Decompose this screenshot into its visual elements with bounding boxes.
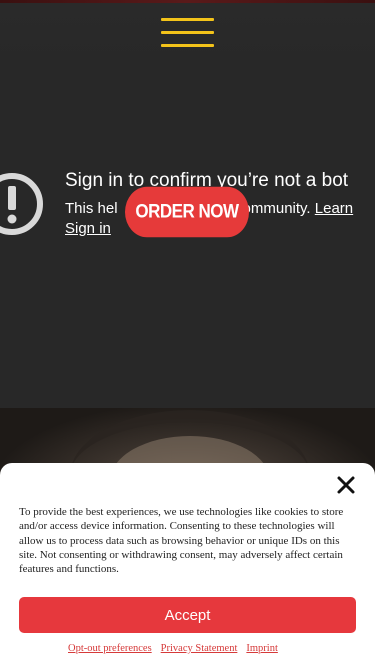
- cookie-links: Opt-out preferences Privacy Statement Im…: [68, 643, 278, 654]
- exclamation-circle-icon: [0, 173, 43, 235]
- privacy-statement-link[interactable]: Privacy Statement: [161, 643, 238, 654]
- imprint-link[interactable]: Imprint: [246, 643, 278, 654]
- cookie-consent-banner: To provide the best experiences, we use …: [0, 463, 375, 667]
- sign-in-link[interactable]: Sign in: [65, 219, 111, 239]
- opt-out-preferences-link[interactable]: Opt-out preferences: [68, 643, 152, 654]
- learn-more-link[interactable]: Learn: [315, 200, 353, 217]
- hamburger-menu-icon[interactable]: [161, 17, 214, 49]
- cookie-consent-text: To provide the best experiences, we use …: [19, 506, 344, 576]
- close-icon[interactable]: [336, 475, 356, 495]
- video-error-text-start: This hel: [65, 200, 118, 217]
- order-now-button[interactable]: ORDER NOW: [125, 186, 249, 238]
- accept-cookies-button[interactable]: Accept: [19, 597, 356, 633]
- site-header: [0, 0, 375, 70]
- video-error-text-end: ommunity.: [242, 200, 315, 217]
